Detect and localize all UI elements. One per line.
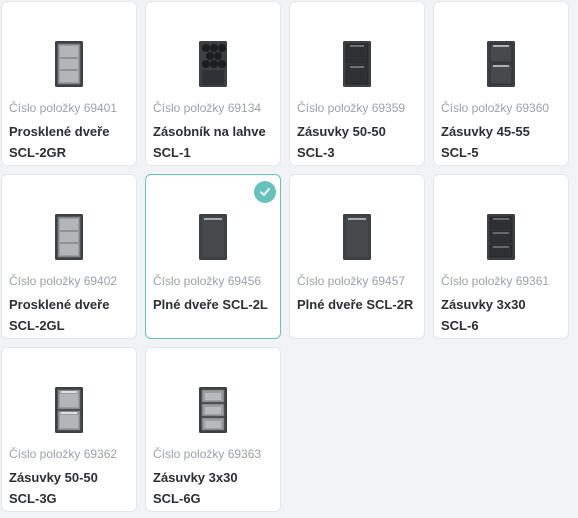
product-grid: Číslo položky 69401 Prosklené dveře SCL-…: [1, 1, 569, 512]
product-card-69402[interactable]: Číslo položky 69402 Prosklené dveře SCL-…: [1, 174, 137, 339]
product-name: Plné dveře SCL-2R: [297, 297, 414, 312]
product-name: Prosklené dveře SCL-2GR: [9, 124, 110, 160]
product-sku: Číslo položky 69134: [153, 101, 262, 115]
product-sku: Číslo položky 69362: [9, 447, 118, 461]
product-name: Prosklené dveře SCL-2GL: [9, 297, 110, 333]
product-name: Zásuvky 3x30 SCL-6: [441, 297, 526, 333]
product-sku: Číslo položky 69361: [441, 274, 550, 288]
product-sku: Číslo položky 69456: [153, 274, 262, 288]
product-name: Zásuvky 3x30 SCL-6G: [153, 470, 238, 506]
three-glass-drawer-cabinet-icon: [146, 370, 280, 450]
two-drawer-cabinet-icon: [434, 24, 568, 104]
two-glass-drawer-cabinet-icon: [2, 370, 136, 450]
product-card-69401[interactable]: Číslo položky 69401 Prosklené dveře SCL-…: [1, 1, 137, 166]
product-card-69363[interactable]: Číslo položky 69363 Zásuvky 3x30 SCL-6G: [145, 347, 281, 512]
product-sku: Číslo položky 69457: [297, 274, 406, 288]
product-sku: Číslo položky 69359: [297, 101, 406, 115]
product-card-69361[interactable]: Číslo položky 69361 Zásuvky 3x30 SCL-6: [433, 174, 569, 339]
product-sku: Číslo položky 69363: [153, 447, 262, 461]
product-name: Zásuvky 45-55 SCL-5: [441, 124, 530, 160]
glass-door-cabinet-icon: [2, 24, 136, 104]
product-card-69457[interactable]: Číslo položky 69457 Plné dveře SCL-2R: [289, 174, 425, 339]
product-sku: Číslo položky 69401: [9, 101, 118, 115]
solid-door-cabinet-icon: [146, 197, 280, 277]
product-name: Zásuvky 50-50 SCL-3: [297, 124, 386, 160]
solid-door-cabinet-icon: [290, 197, 424, 277]
bottle-rack-cabinet-icon: [146, 24, 280, 104]
product-card-69134[interactable]: Číslo položky 69134 Zásobník na lahve SC…: [145, 1, 281, 166]
product-name: Zásuvky 50-50 SCL-3G: [9, 470, 98, 506]
three-drawer-cabinet-icon: [434, 197, 568, 277]
two-drawer-cabinet-icon: [290, 24, 424, 104]
product-card-69456[interactable]: Číslo položky 69456 Plné dveře SCL-2L: [145, 174, 281, 339]
glass-door-cabinet-icon: [2, 197, 136, 277]
product-sku: Číslo položky 69402: [9, 274, 118, 288]
product-card-69360[interactable]: Číslo položky 69360 Zásuvky 45-55 SCL-5: [433, 1, 569, 166]
product-name: Plné dveře SCL-2L: [153, 297, 268, 312]
product-name: Zásobník na lahve SCL-1: [153, 124, 266, 160]
product-card-69362[interactable]: Číslo položky 69362 Zásuvky 50-50 SCL-3G: [1, 347, 137, 512]
product-sku: Číslo položky 69360: [441, 101, 550, 115]
product-card-69359[interactable]: Číslo položky 69359 Zásuvky 50-50 SCL-3: [289, 1, 425, 166]
